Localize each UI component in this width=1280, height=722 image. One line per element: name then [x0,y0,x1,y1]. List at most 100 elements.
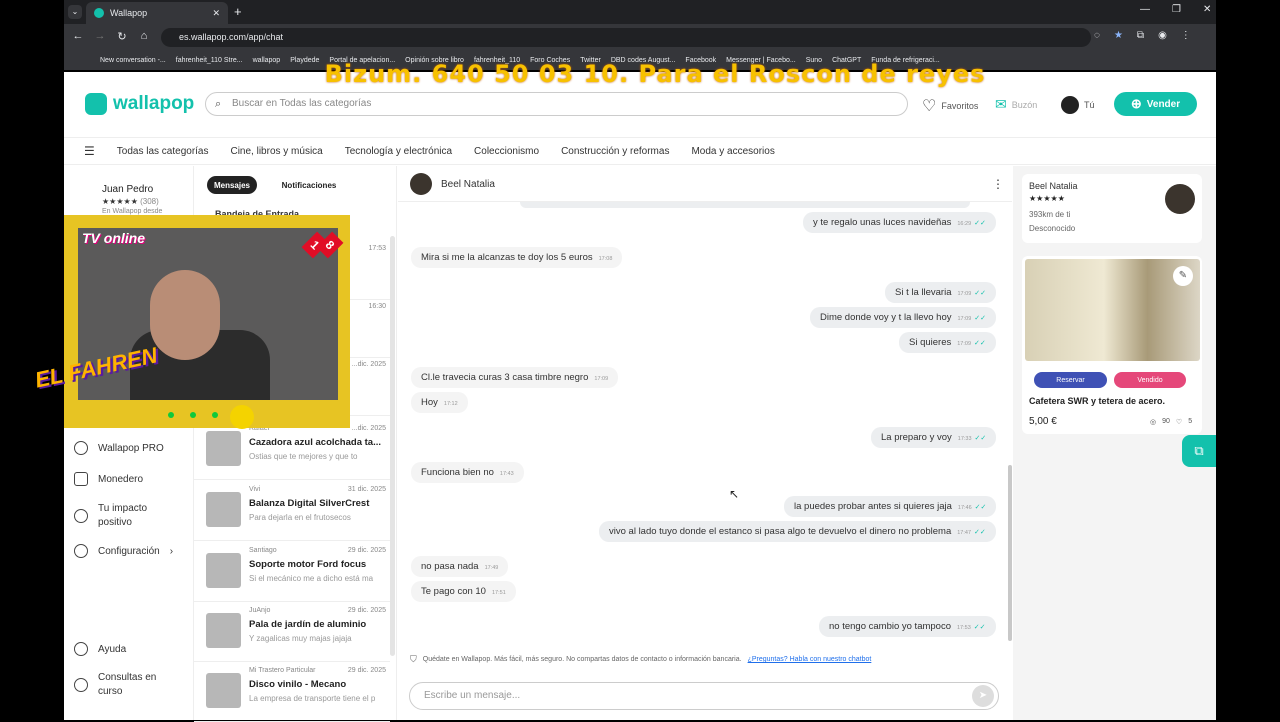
likes-count: 5 [1188,418,1193,425]
message-time: 17:09 [594,376,609,382]
eye-off-icon[interactable]: ◌ [1094,30,1100,41]
sidebar-item-ayuda[interactable]: Ayuda [74,642,126,656]
conversation-date: ...dic. 2025 [351,361,386,368]
message-bubble-partial [520,202,970,208]
more-options-icon[interactable]: ⋮ [992,177,1004,191]
seller-distance: 393km de ti [1029,210,1071,219]
message-text: Te pago con 10 [421,586,486,597]
favoritos-label: Favoritos [941,101,979,111]
views-icon: ◎ [1150,419,1157,426]
product-title: Cafetera SWR y tetera de acero. [1029,396,1166,406]
chat-message-sent: vivo al lado tuyo donde el estanco si pa… [599,521,996,542]
feedback-chat-icon[interactable]: ⧉ [1182,435,1216,467]
message-text: Funciona bien no [421,467,494,478]
favoritos-link[interactable]: ♡ Favoritos [922,96,978,116]
conversation-title: Balanza Digital SilverCrest [249,498,370,509]
conversation-user: Vivi [249,486,261,493]
menu-icon[interactable]: ☰ [84,144,95,158]
bookmark-item[interactable]: New conversation -... [100,57,166,64]
category-link[interactable]: Tecnología y electrónica [345,146,452,157]
minimize-icon[interactable]: — [1140,4,1150,15]
sidebar-item-consultas[interactable]: Consultas en curso [74,671,162,699]
conversation-preview: Para dejarla en el frutosecos [249,513,351,522]
home-icon[interactable]: ⌂ [137,30,151,43]
category-link[interactable]: Moda y accesorios [691,146,774,157]
help-icon [74,642,88,656]
tab-notificaciones[interactable]: Notificaciones [272,176,346,194]
browser-menu-icon[interactable]: ⋮ [1181,30,1191,41]
close-tab-icon[interactable]: ✕ [212,8,220,19]
heart-icon: ♡ [1175,419,1183,426]
conversation-thumbnail [206,553,241,588]
conversation-thumbnail [206,613,241,648]
vender-button[interactable]: ⊕ Vender [1114,92,1197,116]
conversation-item[interactable]: JuAnjo 29 dic. 2025 Pala de jardín de al… [194,602,390,662]
wallapop-logo[interactable]: wallapop [85,93,194,115]
profile-link[interactable]: Tú [1061,96,1095,114]
message-time: 17:33 [957,436,972,442]
vendido-button[interactable]: Vendido [1114,372,1186,388]
reload-icon[interactable]: ↻ [115,30,129,43]
conversation-preview: La empresa de transporte tiene el p [249,694,376,703]
sidebar-item-configuracion[interactable]: Configuración › [74,544,173,558]
chat-message-received: Mira si me la alcanzas te doy los 5 euro… [411,247,623,268]
star-bookmark-icon[interactable]: ★ [1114,30,1123,41]
contact-name[interactable]: Beel Natalia [441,179,495,190]
chat-message-sent: La preparo y voy 17:33 ✓✓ [871,427,997,448]
contact-avatar[interactable] [410,173,432,195]
conversation-item[interactable]: Rafael ...dic. 2025 Cazadora azul acolch… [194,420,390,480]
bizum-banner: Bizum. 640 50 03 10. Para el Roscon de r… [324,60,986,88]
chat-scrollbar[interactable] [1008,465,1012,641]
browser-tab[interactable]: Wallapop ✕ [86,2,228,24]
buzon-label: Buzón [1011,99,1038,110]
reservar-button[interactable]: Reservar [1034,372,1107,388]
maximize-icon[interactable]: ❐ [1172,4,1181,15]
tab-mensajes[interactable]: Mensajes [207,176,257,194]
message-time: 17:51 [491,590,506,596]
sidebar-item-impacto[interactable]: Tu impacto positivo [74,502,184,530]
conversation-user: JuAnjo [249,607,271,614]
sidebar-item-pro[interactable]: Wallapop PRO [74,441,164,455]
conversation-title: Cazadora azul acolchada ta... [249,437,381,448]
url-field[interactable]: es.wallapop.com/app/chat [161,28,1091,47]
extensions-icon[interactable]: ⧉ [1137,30,1144,41]
close-window-icon[interactable]: ✕ [1203,4,1211,15]
chatbot-link[interactable]: ¿Preguntas? Habla con nuestro chatbot [748,656,872,663]
profile-icon[interactable]: ◉ [1158,30,1167,41]
message-time: 17:43 [499,471,514,477]
user-rating: ★★★★★ (308) [102,197,159,206]
message-time: 17:49 [484,565,499,571]
message-input[interactable]: Escribe un mensaje... [409,682,999,710]
conversation-item[interactable]: Santiago 29 dic. 2025 Soporte motor Ford… [194,542,390,602]
read-check-icon: ✓✓ [974,290,986,297]
conversation-thumbnail [206,492,241,527]
category-bar: ☰ Todas las categorías Cine, libros y mús… [64,137,1216,165]
product-price: 5,00 € [1029,416,1057,427]
tab-menu-icon[interactable]: ⌄ [68,5,82,19]
seller-avatar[interactable] [1165,184,1195,214]
conversation-scrollbar[interactable] [390,236,395,656]
conversation-item[interactable]: Mi Trastero Particular 29 dic. 2025 Disc… [194,662,390,722]
search-input[interactable]: ⌕ Buscar en Todas las categorías [205,92,908,116]
category-link[interactable]: Cine, libros y música [230,146,322,157]
wallapop-logo-icon [85,93,107,115]
message-text: La preparo y voy [881,432,952,443]
user-name[interactable]: Juan Pedro [102,184,153,195]
back-icon[interactable]: ← [71,30,85,43]
conversation-preview: Y zagalicas muy majas jajaja [249,634,352,643]
conversation-item[interactable]: Vivi 31 dic. 2025 Balanza Digital Silver… [194,481,390,541]
new-tab-icon[interactable]: + [234,4,242,19]
send-icon[interactable]: ➤ [972,685,994,707]
conversation-user: Santiago [249,547,277,554]
read-check-icon: ✓✓ [974,220,986,227]
check-badge-icon [74,441,88,455]
category-link[interactable]: Todas las categorías [117,146,209,157]
category-link[interactable]: Coleccionismo [474,146,539,157]
heart-icon: ♡ [922,98,937,115]
buzon-link[interactable]: ✉ Buzón [995,96,1037,113]
forward-icon[interactable]: → [93,30,107,43]
category-link[interactable]: Construcción y reformas [561,146,669,157]
edit-icon[interactable]: ✎ [1173,266,1193,286]
tv-online-label: TV online [82,230,145,246]
sidebar-item-monedero[interactable]: Monedero [74,472,143,486]
